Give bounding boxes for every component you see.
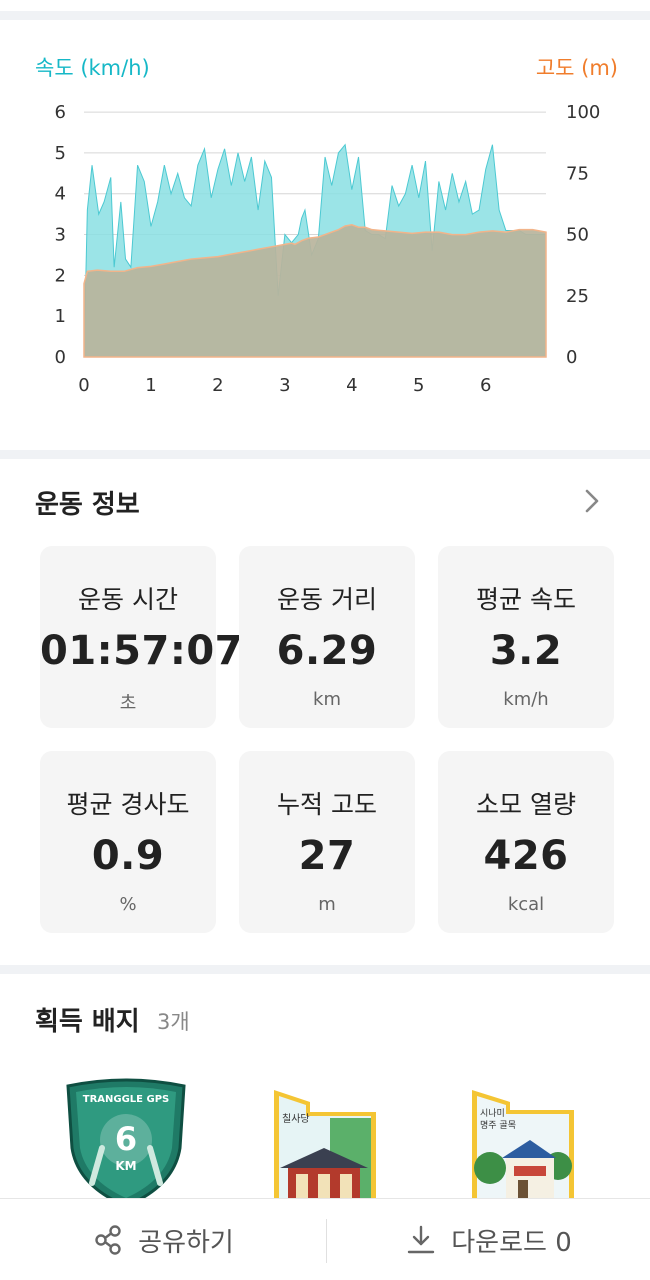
download-button[interactable]: 다운로드 0 <box>327 1199 650 1280</box>
bottom-action-bar: 공유하기 다운로드 0 <box>0 1198 650 1280</box>
x-tick-label: 2 <box>212 375 223 396</box>
stat-card-cumulative-elevation: 누적 고도 27 m <box>239 751 415 933</box>
stat-unit: km/h <box>503 689 549 710</box>
stat-unit: % <box>119 894 137 915</box>
stat-unit: kcal <box>507 894 545 915</box>
stat-value: 426 <box>483 833 569 879</box>
right-tick-label: 0 <box>566 347 577 368</box>
badges-title: 획득 배지 <box>35 1007 140 1037</box>
svg-text:칠사당: 칠사당 <box>282 1113 310 1125</box>
left-tick-label: 0 <box>55 347 66 368</box>
x-tick-label: 3 <box>279 375 290 396</box>
right-tick-label: 25 <box>566 286 589 307</box>
right-tick-label: 75 <box>566 163 589 184</box>
chilsadang-badge-icon[interactable]: 칠사당 <box>270 1088 378 1198</box>
svg-text:명주 골목: 명주 골목 <box>480 1120 516 1131</box>
sinami-badge-icon[interactable]: 시나미 명주 골목 <box>470 1088 576 1198</box>
badge-count: 3개 <box>157 1010 190 1034</box>
share-icon <box>95 1225 121 1255</box>
stat-unit: m <box>318 894 336 915</box>
stat-card-distance: 운동 거리 6.29 km <box>239 546 415 728</box>
stat-value: 01:57:07 <box>40 628 243 674</box>
svg-text:시나미: 시나미 <box>480 1108 505 1119</box>
stat-value: 6.29 <box>276 628 378 674</box>
left-tick-label: 2 <box>55 265 66 286</box>
svg-text:KM: KM <box>115 1159 136 1173</box>
stat-label: 평균 속도 <box>476 585 576 614</box>
download-label: 다운로드 0 <box>451 1227 572 1258</box>
chart-separator <box>0 450 650 459</box>
left-tick-label: 5 <box>55 143 66 164</box>
share-button[interactable]: 공유하기 <box>0 1199 326 1280</box>
chevron-right-icon[interactable] <box>578 487 606 515</box>
stat-card-avg-speed: 평균 속도 3.2 km/h <box>438 546 614 728</box>
download-icon <box>408 1225 435 1254</box>
stat-label: 운동 시간 <box>78 585 178 614</box>
right-tick-label: 50 <box>566 225 589 246</box>
x-tick-label: 0 <box>78 375 89 396</box>
right-tick-label: 100 <box>566 102 600 123</box>
svg-text:TRANGGLE GPS: TRANGGLE GPS <box>83 1094 169 1105</box>
stat-label: 운동 거리 <box>277 585 377 614</box>
speed-elevation-chart: 속도 (km/h) 고도 (m) 0 1 2 3 4 5 6 0 25 50 75 100 0 1 2 3 4 5… <box>0 0 650 430</box>
stat-value: 3.2 <box>489 628 563 674</box>
left-tick-label: 4 <box>55 184 66 205</box>
x-tick-label: 5 <box>413 375 424 396</box>
chart-plot: 0 1 2 3 4 5 6 0 25 50 75 100 0 1 2 3 4 5 6 <box>55 102 601 396</box>
walking-badge-icon[interactable]: TRANGGLE GPS 6 KM <box>62 1078 190 1198</box>
stat-unit: km <box>313 689 341 710</box>
svg-text:6: 6 <box>115 1120 137 1158</box>
stat-label: 소모 열량 <box>476 790 576 819</box>
left-tick-label: 1 <box>55 306 66 327</box>
x-tick-label: 1 <box>145 375 156 396</box>
share-label: 공유하기 <box>138 1227 234 1258</box>
stat-unit: 초 <box>119 693 137 714</box>
stat-value: 0.9 <box>91 833 165 879</box>
stats-separator <box>0 965 650 974</box>
stat-value: 27 <box>298 833 356 879</box>
stat-label: 누적 고도 <box>277 790 377 819</box>
left-tick-label: 3 <box>55 225 66 246</box>
stat-card-avg-slope: 평균 경사도 0.9 % <box>40 751 216 933</box>
stat-card-calories: 소모 열량 426 kcal <box>438 751 614 933</box>
stat-label: 평균 경사도 <box>66 790 190 819</box>
left-tick-label: 6 <box>55 102 66 123</box>
x-tick-label: 6 <box>480 375 491 396</box>
x-tick-label: 4 <box>346 375 357 396</box>
stat-card-exercise-time: 운동 시간 01:57:07 초 <box>40 546 243 728</box>
exercise-info-title: 운동 정보 <box>35 490 140 520</box>
